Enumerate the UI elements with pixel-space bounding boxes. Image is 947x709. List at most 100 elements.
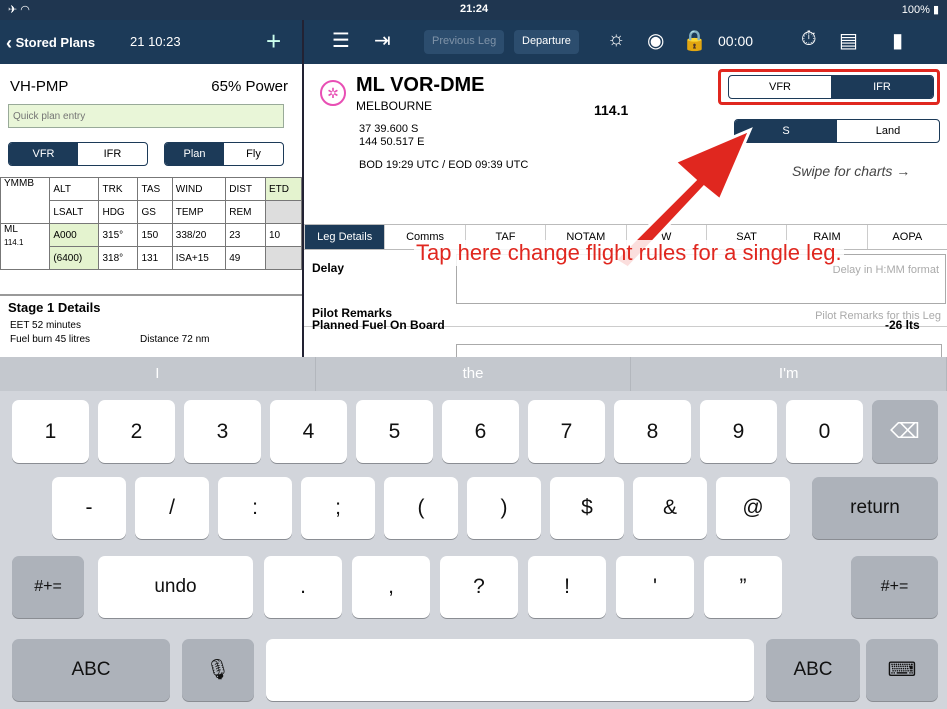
battery-indicator: 100% ▮	[901, 4, 939, 16]
waypoint-city: MELBOURNE	[356, 99, 433, 113]
lifebuoy-icon[interactable]: ◉	[647, 28, 664, 53]
key-semicolon[interactable]: ;	[301, 477, 375, 539]
key-1[interactable]: 1	[12, 400, 89, 463]
table-cell[interactable]: A000	[49, 223, 100, 247]
abc-button-right[interactable]: ABC	[766, 639, 860, 701]
table-row[interactable]: ML 114.1 A000 315° 150 338/20 23 10	[0, 223, 303, 270]
key-7[interactable]: 7	[528, 400, 605, 463]
table-cell	[264, 246, 303, 270]
table-cell: 318°	[98, 246, 139, 270]
table-cell: ML 114.1	[0, 223, 51, 270]
plan-fly-toggle: Plan Fly	[164, 142, 284, 166]
vfr-option[interactable]: VFR	[9, 143, 78, 165]
departure-button[interactable]: Departure	[514, 30, 579, 54]
status-bar: ✈ ◠ 21:24 100% ▮	[0, 0, 947, 20]
suggestion-item[interactable]: I'm	[631, 357, 947, 391]
key-exclamation[interactable]: !	[528, 556, 606, 618]
planned-fuel-value: -26 lts	[885, 318, 920, 332]
leg-vfr-option[interactable]: VFR	[729, 76, 831, 98]
table-cell[interactable]: (6400)	[49, 246, 100, 270]
key-8[interactable]: 8	[614, 400, 691, 463]
checklist-icon[interactable]: ▤	[839, 28, 858, 53]
quick-plan-entry-input[interactable]	[8, 104, 284, 128]
table-cell: 338/20	[171, 223, 227, 247]
suggestion-item[interactable]: I	[0, 357, 316, 391]
microphone-icon[interactable]: 🎙	[182, 639, 254, 701]
key-2[interactable]: 2	[98, 400, 175, 463]
key-4[interactable]: 4	[270, 400, 347, 463]
back-button[interactable]: ‹ Stored Plans	[6, 33, 95, 54]
battery-percent: 100%	[901, 4, 930, 16]
undo-button[interactable]: undo	[98, 556, 253, 618]
key-slash[interactable]: /	[135, 477, 209, 539]
airplane-wifi-icon: ✈ ◠	[8, 4, 30, 16]
key-5[interactable]: 5	[356, 400, 433, 463]
plan-option[interactable]: Plan	[165, 143, 224, 165]
key-close-paren[interactable]: )	[467, 477, 541, 539]
key-at[interactable]: @	[716, 477, 790, 539]
brightness-icon[interactable]: ☼	[607, 28, 625, 51]
chevron-left-icon: ‹	[6, 33, 12, 53]
table-cell: 150	[137, 223, 173, 247]
plan-panel: VH-PMP 65% Power VFR IFR Plan Fly YMMB A…	[0, 64, 303, 357]
plan-timestamp: 21 10:23	[130, 34, 181, 49]
nav-log-table: YMMB ALT TRK TAS WIND DIST ETD LSALT HDG…	[0, 177, 303, 270]
key-comma[interactable]: ,	[352, 556, 430, 618]
key-period[interactable]: .	[264, 556, 342, 618]
table-cell: LSALT	[49, 200, 100, 224]
key-open-paren[interactable]: (	[384, 477, 458, 539]
table-cell: 23	[225, 223, 266, 247]
delay-placeholder: Delay in H:MM format	[832, 264, 939, 276]
lock-icon[interactable]: 🔒	[682, 28, 707, 53]
fly-option[interactable]: Fly	[224, 143, 283, 165]
tab-leg-details[interactable]: Leg Details	[304, 225, 385, 249]
pilot-remarks-placeholder: Pilot Remarks for this Leg	[815, 310, 941, 322]
key-0[interactable]: 0	[786, 400, 863, 463]
key-quote[interactable]: ”	[704, 556, 782, 618]
swipe-hint: Swipe for charts →	[792, 163, 911, 179]
table-cell: 315°	[98, 223, 139, 247]
key-dollar[interactable]: $	[550, 477, 624, 539]
notes-field[interactable]	[456, 344, 942, 357]
key-minus[interactable]: -	[52, 477, 126, 539]
return-button[interactable]: return	[812, 477, 938, 539]
delete-icon[interactable]: ⌫	[872, 400, 938, 463]
back-label: Stored Plans	[15, 35, 96, 50]
keyboard-dismiss-icon[interactable]: ⌨	[866, 639, 938, 701]
route-icon[interactable]: ⇥	[374, 28, 391, 53]
delay-label: Delay	[312, 261, 345, 275]
previous-leg-button[interactable]: Previous Leg	[424, 30, 505, 54]
list-icon[interactable]: ☰	[332, 28, 350, 53]
book-icon[interactable]: ▮	[892, 28, 903, 53]
stage-details: Stage 1 Details EET 52 minutes Fuel burn…	[0, 294, 302, 357]
daylight-times: BOD 19:29 UTC / EOD 09:39 UTC	[359, 159, 529, 171]
annotation-text: Tap here change flight rules for a singl…	[414, 240, 844, 266]
table-cell: DIST	[225, 177, 266, 201]
stopwatch-icon[interactable]: ⏱	[801, 28, 817, 51]
key-3[interactable]: 3	[184, 400, 261, 463]
leg-ifr-option[interactable]: IFR	[831, 76, 933, 98]
add-icon[interactable]: +	[266, 26, 281, 57]
tab-aopa[interactable]: AOPA	[866, 225, 947, 249]
land-option[interactable]: Land	[837, 120, 939, 142]
power-setting: 65% Power	[211, 78, 288, 95]
symbols-button-left[interactable]: #+=	[12, 556, 84, 618]
symbols-button-right[interactable]: #+=	[851, 556, 938, 618]
key-ampersand[interactable]: &	[633, 477, 707, 539]
stage-eet: EET 52 minutes	[10, 320, 81, 331]
left-navbar: ‹ Stored Plans 21 10:23 +	[0, 20, 302, 64]
ifr-option[interactable]: IFR	[78, 143, 147, 165]
suggestion-item[interactable]: the	[316, 357, 632, 391]
table-cell: 49	[225, 246, 266, 270]
timer-display: 00:00	[718, 33, 754, 49]
abc-button-left[interactable]: ABC	[12, 639, 170, 701]
key-colon[interactable]: :	[218, 477, 292, 539]
key-question[interactable]: ?	[440, 556, 518, 618]
waypoint-id: ML	[4, 224, 18, 235]
key-6[interactable]: 6	[442, 400, 519, 463]
key-apostrophe[interactable]: '	[616, 556, 694, 618]
planned-fuel-label: Planned Fuel On Board	[312, 318, 445, 332]
space-bar[interactable]	[266, 639, 754, 701]
table-cell: ALT	[49, 177, 100, 201]
key-9[interactable]: 9	[700, 400, 777, 463]
